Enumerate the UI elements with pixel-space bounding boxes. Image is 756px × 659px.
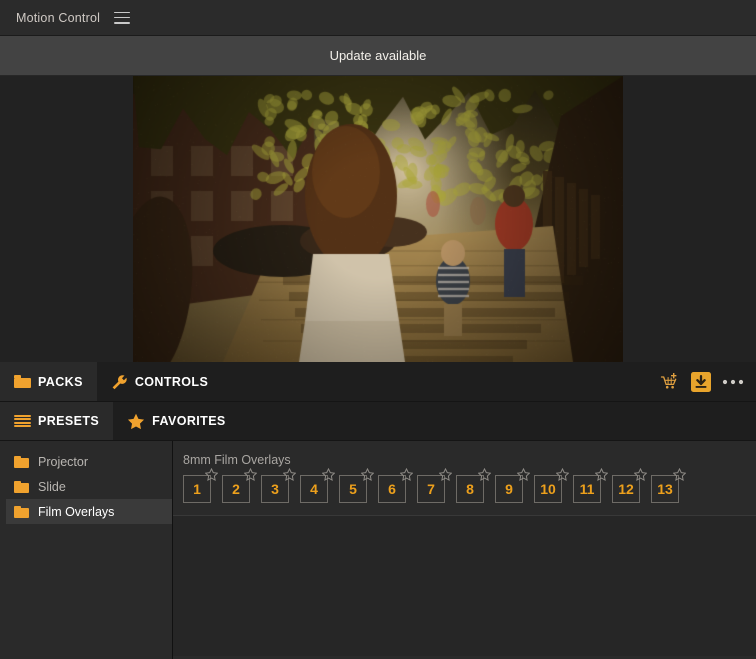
tab-controls[interactable]: CONTROLS <box>97 362 222 401</box>
preset-tile[interactable]: 5 <box>339 475 367 503</box>
favorite-star-icon[interactable] <box>595 468 608 481</box>
preset-tile-label: 11 <box>580 481 595 497</box>
update-banner-label: Update available <box>330 48 427 63</box>
favorite-star-icon[interactable] <box>673 468 686 481</box>
update-available-banner[interactable]: Update available <box>0 36 756 76</box>
sidebar-item-label: Projector <box>38 455 88 469</box>
preset-tile[interactable]: 9 <box>495 475 523 503</box>
toolbar-spacer <box>222 362 660 401</box>
preset-group-title: 8mm Film Overlays <box>173 441 756 475</box>
favorite-star-icon[interactable] <box>361 468 374 481</box>
favorite-star-icon[interactable] <box>322 468 335 481</box>
tab-packs-label: PACKS <box>38 375 83 389</box>
title-bar: Motion Control <box>0 0 756 36</box>
preset-tile[interactable]: 6 <box>378 475 406 503</box>
tab-presets[interactable]: PRESETS <box>0 402 113 440</box>
preset-tile[interactable]: 13 <box>651 475 679 503</box>
preset-tile[interactable]: 3 <box>261 475 289 503</box>
preset-tile-label: 10 <box>540 481 556 497</box>
download-box-icon[interactable] <box>690 371 712 393</box>
preset-tile[interactable]: 10 <box>534 475 562 503</box>
tab-packs[interactable]: PACKS <box>0 362 97 401</box>
favorite-star-icon[interactable] <box>283 468 296 481</box>
favorite-star-icon[interactable] <box>634 468 647 481</box>
folder-icon <box>14 506 29 518</box>
toolbar-actions <box>660 362 756 401</box>
favorite-star-icon[interactable] <box>244 468 257 481</box>
preview-area <box>0 76 756 362</box>
folder-icon <box>14 456 29 468</box>
wrench-icon <box>111 374 128 390</box>
favorite-star-icon[interactable] <box>478 468 491 481</box>
body-split: Projector Slide Film Overlays 8mm Film O… <box>0 441 756 659</box>
preset-tile[interactable]: 7 <box>417 475 445 503</box>
tab-presets-label: PRESETS <box>38 414 99 428</box>
preset-category-sidebar: Projector Slide Film Overlays <box>0 441 173 659</box>
star-icon <box>127 413 145 430</box>
folder-icon <box>14 481 29 493</box>
preset-tile[interactable]: 11 <box>573 475 601 503</box>
favorite-star-icon[interactable] <box>439 468 452 481</box>
preset-tile-label: 3 <box>271 481 279 497</box>
ellipsis-icon[interactable] <box>722 378 744 386</box>
folder-icon <box>14 375 31 388</box>
preset-grid: 1 2 3 4 5 6 7 8 9 10 11 12 13 <box>173 475 756 515</box>
tab-favorites-label: FAVORITES <box>152 414 226 428</box>
preset-tile-label: 12 <box>618 481 634 497</box>
tab-controls-label: CONTROLS <box>135 375 208 389</box>
favorite-star-icon[interactable] <box>556 468 569 481</box>
favorite-star-icon[interactable] <box>400 468 413 481</box>
hamburger-menu-icon[interactable] <box>114 12 130 24</box>
main-toolbar: PACKS CONTROLS <box>0 362 756 402</box>
sidebar-item-slide[interactable]: Slide <box>6 474 172 499</box>
preset-tile[interactable]: 12 <box>612 475 640 503</box>
preset-tile-label: 5 <box>349 481 357 497</box>
preset-tile[interactable]: 4 <box>300 475 328 503</box>
favorite-star-icon[interactable] <box>517 468 530 481</box>
preset-tile[interactable]: 1 <box>183 475 211 503</box>
cart-plus-icon[interactable] <box>660 372 680 392</box>
preset-tile[interactable]: 2 <box>222 475 250 503</box>
list-icon <box>14 415 31 428</box>
preset-toolbar: PRESETS FAVORITES <box>0 402 756 441</box>
preset-tile-label: 1 <box>193 481 201 497</box>
sidebar-item-label: Film Overlays <box>38 505 114 519</box>
preset-tile-label: 13 <box>657 481 673 497</box>
preset-tile-label: 7 <box>427 481 435 497</box>
preset-tile-label: 2 <box>232 481 240 497</box>
sidebar-item-label: Slide <box>38 480 66 494</box>
favorite-star-icon[interactable] <box>205 468 218 481</box>
preset-tile[interactable]: 8 <box>456 475 484 503</box>
preset-content-panel: 8mm Film Overlays 1 2 3 4 5 6 7 8 9 10 11 12 13 <box>173 441 756 659</box>
preset-tile-label: 9 <box>505 481 513 497</box>
preset-tile-label: 4 <box>310 481 318 497</box>
preview-video-frame[interactable] <box>133 76 623 362</box>
sidebar-item-film-overlays[interactable]: Film Overlays <box>6 499 172 524</box>
preset-tile-label: 8 <box>466 481 474 497</box>
app-title: Motion Control <box>16 11 100 25</box>
sidebar-item-projector[interactable]: Projector <box>6 449 172 474</box>
preset-tile-label: 6 <box>388 481 396 497</box>
tab-favorites[interactable]: FAVORITES <box>113 402 240 440</box>
content-empty-area <box>173 516 756 656</box>
